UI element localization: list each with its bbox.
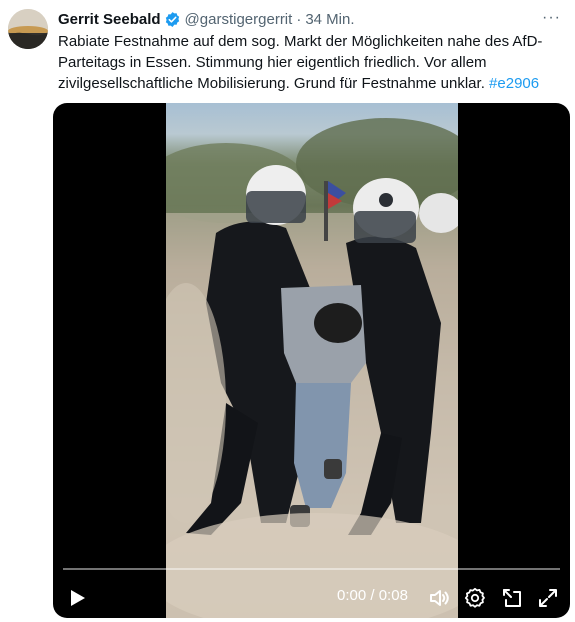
tweet-body: Rabiate Festnahme auf dem sog. Markt der… [58, 33, 543, 92]
author-handle[interactable]: @garstigergerrit [185, 11, 293, 28]
avatar[interactable] [8, 9, 48, 49]
more-options-icon[interactable]: ··· [542, 9, 561, 27]
tweet-header: Gerrit Seebald @garstigergerrit · 34 Min… [58, 9, 565, 29]
tweet-text: Rabiate Festnahme auf dem sog. Markt der… [58, 31, 563, 94]
settings-icon[interactable] [463, 586, 487, 610]
verified-badge-icon [164, 11, 181, 28]
play-icon[interactable] [65, 586, 89, 610]
picture-in-picture-icon[interactable] [500, 586, 524, 610]
volume-icon[interactable] [427, 586, 451, 610]
video-still-image [166, 118, 458, 618]
author-name[interactable]: Gerrit Seebald [58, 11, 161, 28]
video-controls: 0:00 / 0:08 [53, 581, 570, 615]
time-separator: / [366, 587, 379, 604]
fullscreen-icon[interactable] [536, 586, 560, 610]
current-time: 0:00 [337, 587, 367, 604]
video-progress-bar[interactable] [63, 568, 560, 570]
hashtag-link[interactable]: #e2906 [489, 75, 539, 92]
separator-dot: · [296, 10, 302, 28]
video-time-readout: 0:00 / 0:08 [337, 587, 408, 604]
video-frame [166, 103, 458, 618]
video-player[interactable]: 0:00 / 0:08 [53, 103, 570, 618]
timestamp[interactable]: 34 Min. [305, 11, 354, 28]
duration: 0:08 [378, 587, 408, 604]
